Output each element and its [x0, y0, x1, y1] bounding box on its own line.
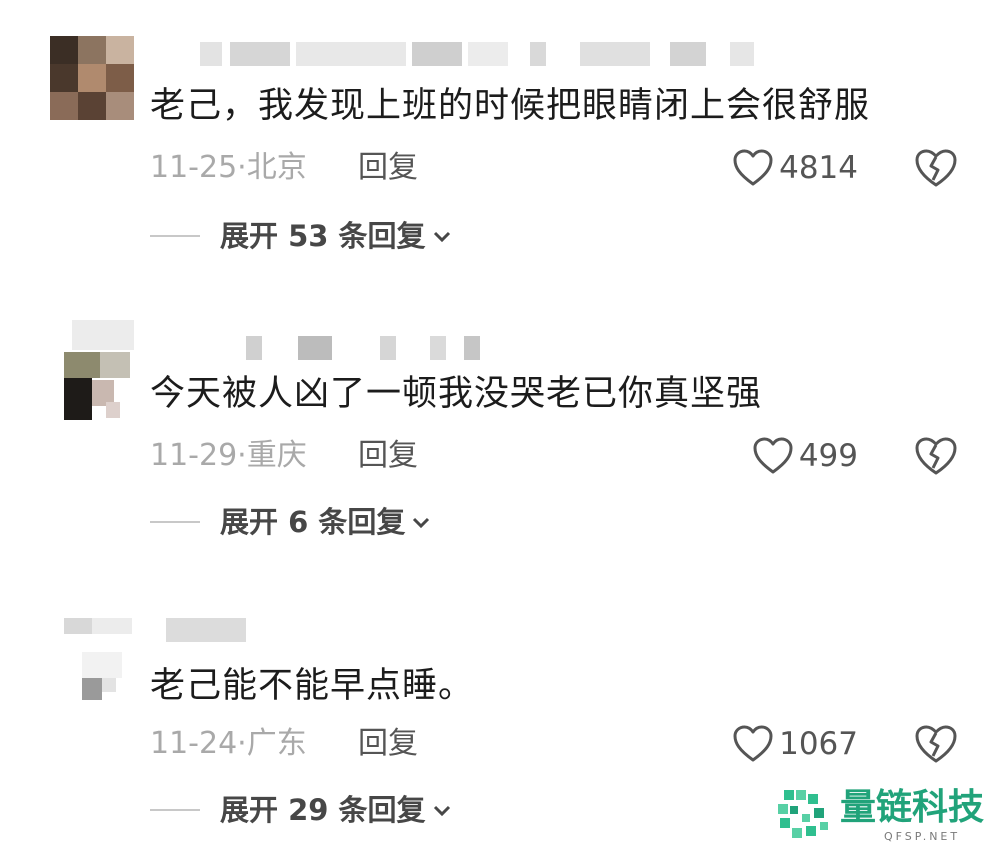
comment-item: 今天被人凶了一顿我没哭老已你真坚强 11-29·重庆 回复 499 展开 6 条… — [0, 300, 1000, 580]
comment-date-location: 11-24·广东 — [150, 726, 307, 761]
comment-text: 老己，我发现上班的时候把眼睛闭上会很舒服 — [150, 86, 871, 126]
chevron-down-icon — [433, 231, 450, 243]
broken-heart-icon — [915, 725, 957, 763]
heart-outline-icon — [753, 437, 793, 474]
comment-date-location: 11-25·北京 — [150, 150, 307, 185]
like-count: 499 — [798, 438, 858, 474]
comment-item: 老己，我发现上班的时候把眼睛闭上会很舒服 11-25·北京 回复 4814 展开… — [0, 0, 1000, 280]
username-blurred[interactable] — [200, 42, 760, 66]
username-blurred[interactable] — [246, 336, 486, 360]
chevron-down-icon — [413, 517, 430, 529]
watermark: 量链科技 QFSP.NET — [776, 786, 996, 848]
broken-heart-icon — [915, 149, 957, 187]
watermark-subtext: QFSP.NET — [884, 830, 961, 843]
like-count: 4814 — [779, 150, 858, 186]
broken-heart-icon — [915, 437, 957, 475]
expand-replies-button[interactable]: 展开 29 条回复 — [150, 790, 452, 830]
chevron-down-icon — [433, 805, 450, 817]
expand-replies-label: 展开 53 条回复 — [220, 219, 426, 253]
comment-text: 今天被人凶了一顿我没哭老已你真坚强 — [150, 374, 763, 414]
reply-button[interactable]: 回复 — [358, 150, 418, 186]
expand-replies-label: 展开 6 条回复 — [220, 505, 406, 539]
avatar[interactable] — [50, 618, 134, 702]
divider — [150, 809, 200, 811]
avatar[interactable] — [50, 320, 134, 420]
username-blurred[interactable] — [166, 618, 256, 642]
like-button[interactable]: 4814 — [733, 148, 858, 188]
watermark-text: 量链科技 — [840, 787, 985, 828]
heart-outline-icon — [733, 725, 773, 762]
like-button[interactable]: 1067 — [733, 724, 858, 764]
divider — [150, 235, 200, 237]
avatar[interactable] — [50, 36, 134, 120]
heart-outline-icon — [733, 149, 773, 186]
divider — [150, 521, 200, 523]
reply-button[interactable]: 回复 — [358, 438, 418, 474]
dislike-button[interactable] — [914, 724, 958, 764]
dislike-button[interactable] — [914, 436, 958, 476]
like-button[interactable]: 499 — [753, 436, 858, 476]
comment-text: 老己能不能早点睡。 — [150, 666, 475, 706]
dislike-button[interactable] — [914, 148, 958, 188]
expand-replies-label: 展开 29 条回复 — [220, 793, 426, 827]
reply-button[interactable]: 回复 — [358, 726, 418, 762]
comment-date-location: 11-29·重庆 — [150, 438, 307, 473]
expand-replies-button[interactable]: 展开 6 条回复 — [150, 502, 431, 542]
expand-replies-button[interactable]: 展开 53 条回复 — [150, 216, 452, 256]
like-count: 1067 — [779, 726, 858, 762]
watermark-logo-icon — [778, 790, 828, 838]
